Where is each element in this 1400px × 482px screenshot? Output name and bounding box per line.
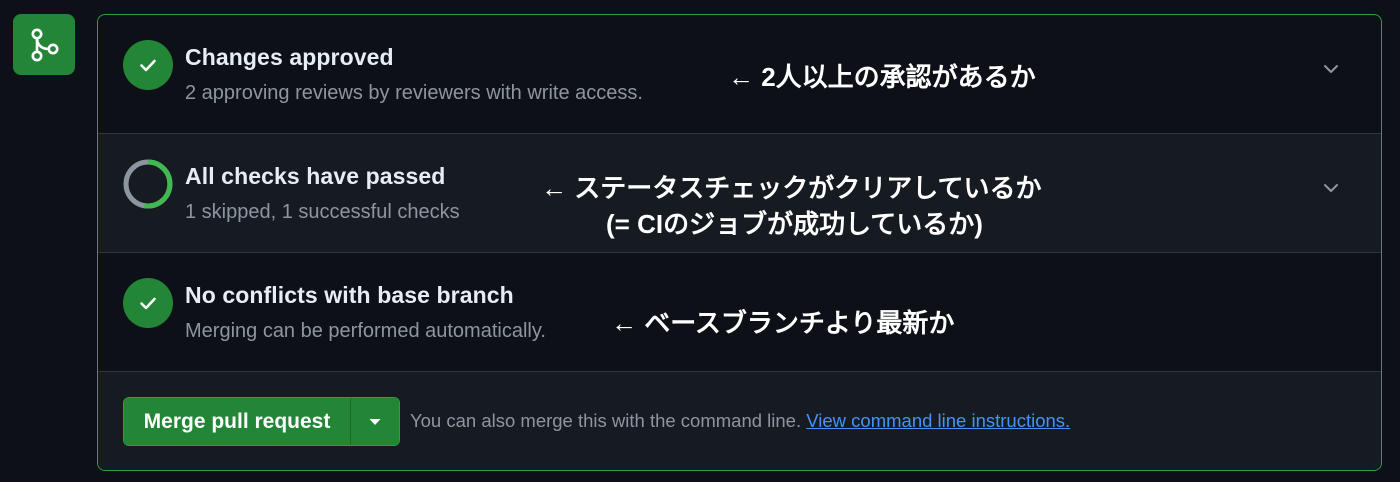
command-line-instructions-link[interactable]: View command line instructions. xyxy=(806,410,1070,431)
checks-subtitle: 1 skipped, 1 successful checks xyxy=(185,201,460,223)
merge-button-group: Merge pull request xyxy=(123,397,400,446)
conflicts-title: No conflicts with base branch xyxy=(185,282,514,308)
annotation-checks-line-2: (= CIのジョブが成功しているか) xyxy=(606,209,983,239)
annotation-conflicts: ← ベースブランチより最新か xyxy=(611,308,955,338)
check-circle-icon xyxy=(123,40,173,90)
approvals-title: Changes approved xyxy=(185,44,394,70)
git-merge-icon xyxy=(31,28,59,61)
merge-options-dropdown-button[interactable] xyxy=(351,398,399,445)
merge-pull-request-button[interactable]: Merge pull request xyxy=(124,398,351,445)
checks-section[interactable]: All checks have passed 1 skipped, 1 succ… xyxy=(98,134,1381,253)
caret-down-icon xyxy=(369,418,381,425)
conflicts-section: No conflicts with base branch Merging ca… xyxy=(98,253,1381,372)
merge-footer: Merge pull request You can also merge th… xyxy=(98,372,1381,470)
chevron-down-icon[interactable] xyxy=(1321,178,1341,198)
chevron-down-icon[interactable] xyxy=(1321,59,1341,79)
approvals-subtitle: 2 approving reviews by reviewers with wr… xyxy=(185,82,643,104)
annotation-approvals: ← 2人以上の承認があるか xyxy=(728,62,1036,92)
checks-title: All checks have passed xyxy=(185,163,446,189)
command-line-hint: You can also merge this with the command… xyxy=(410,410,1070,432)
command-line-hint-text: You can also merge this with the command… xyxy=(410,410,802,431)
check-circle-icon xyxy=(123,278,173,328)
conflicts-subtitle: Merging can be performed automatically. xyxy=(185,320,546,342)
checks-progress-ring-icon xyxy=(123,159,173,209)
merge-box-panel: Changes approved 2 approving reviews by … xyxy=(97,14,1382,471)
approvals-section[interactable]: Changes approved 2 approving reviews by … xyxy=(98,15,1381,134)
annotation-checks-line-1: ← ステータスチェックがクリアしているか xyxy=(541,173,1042,203)
merge-status-icon-badge xyxy=(13,14,75,75)
